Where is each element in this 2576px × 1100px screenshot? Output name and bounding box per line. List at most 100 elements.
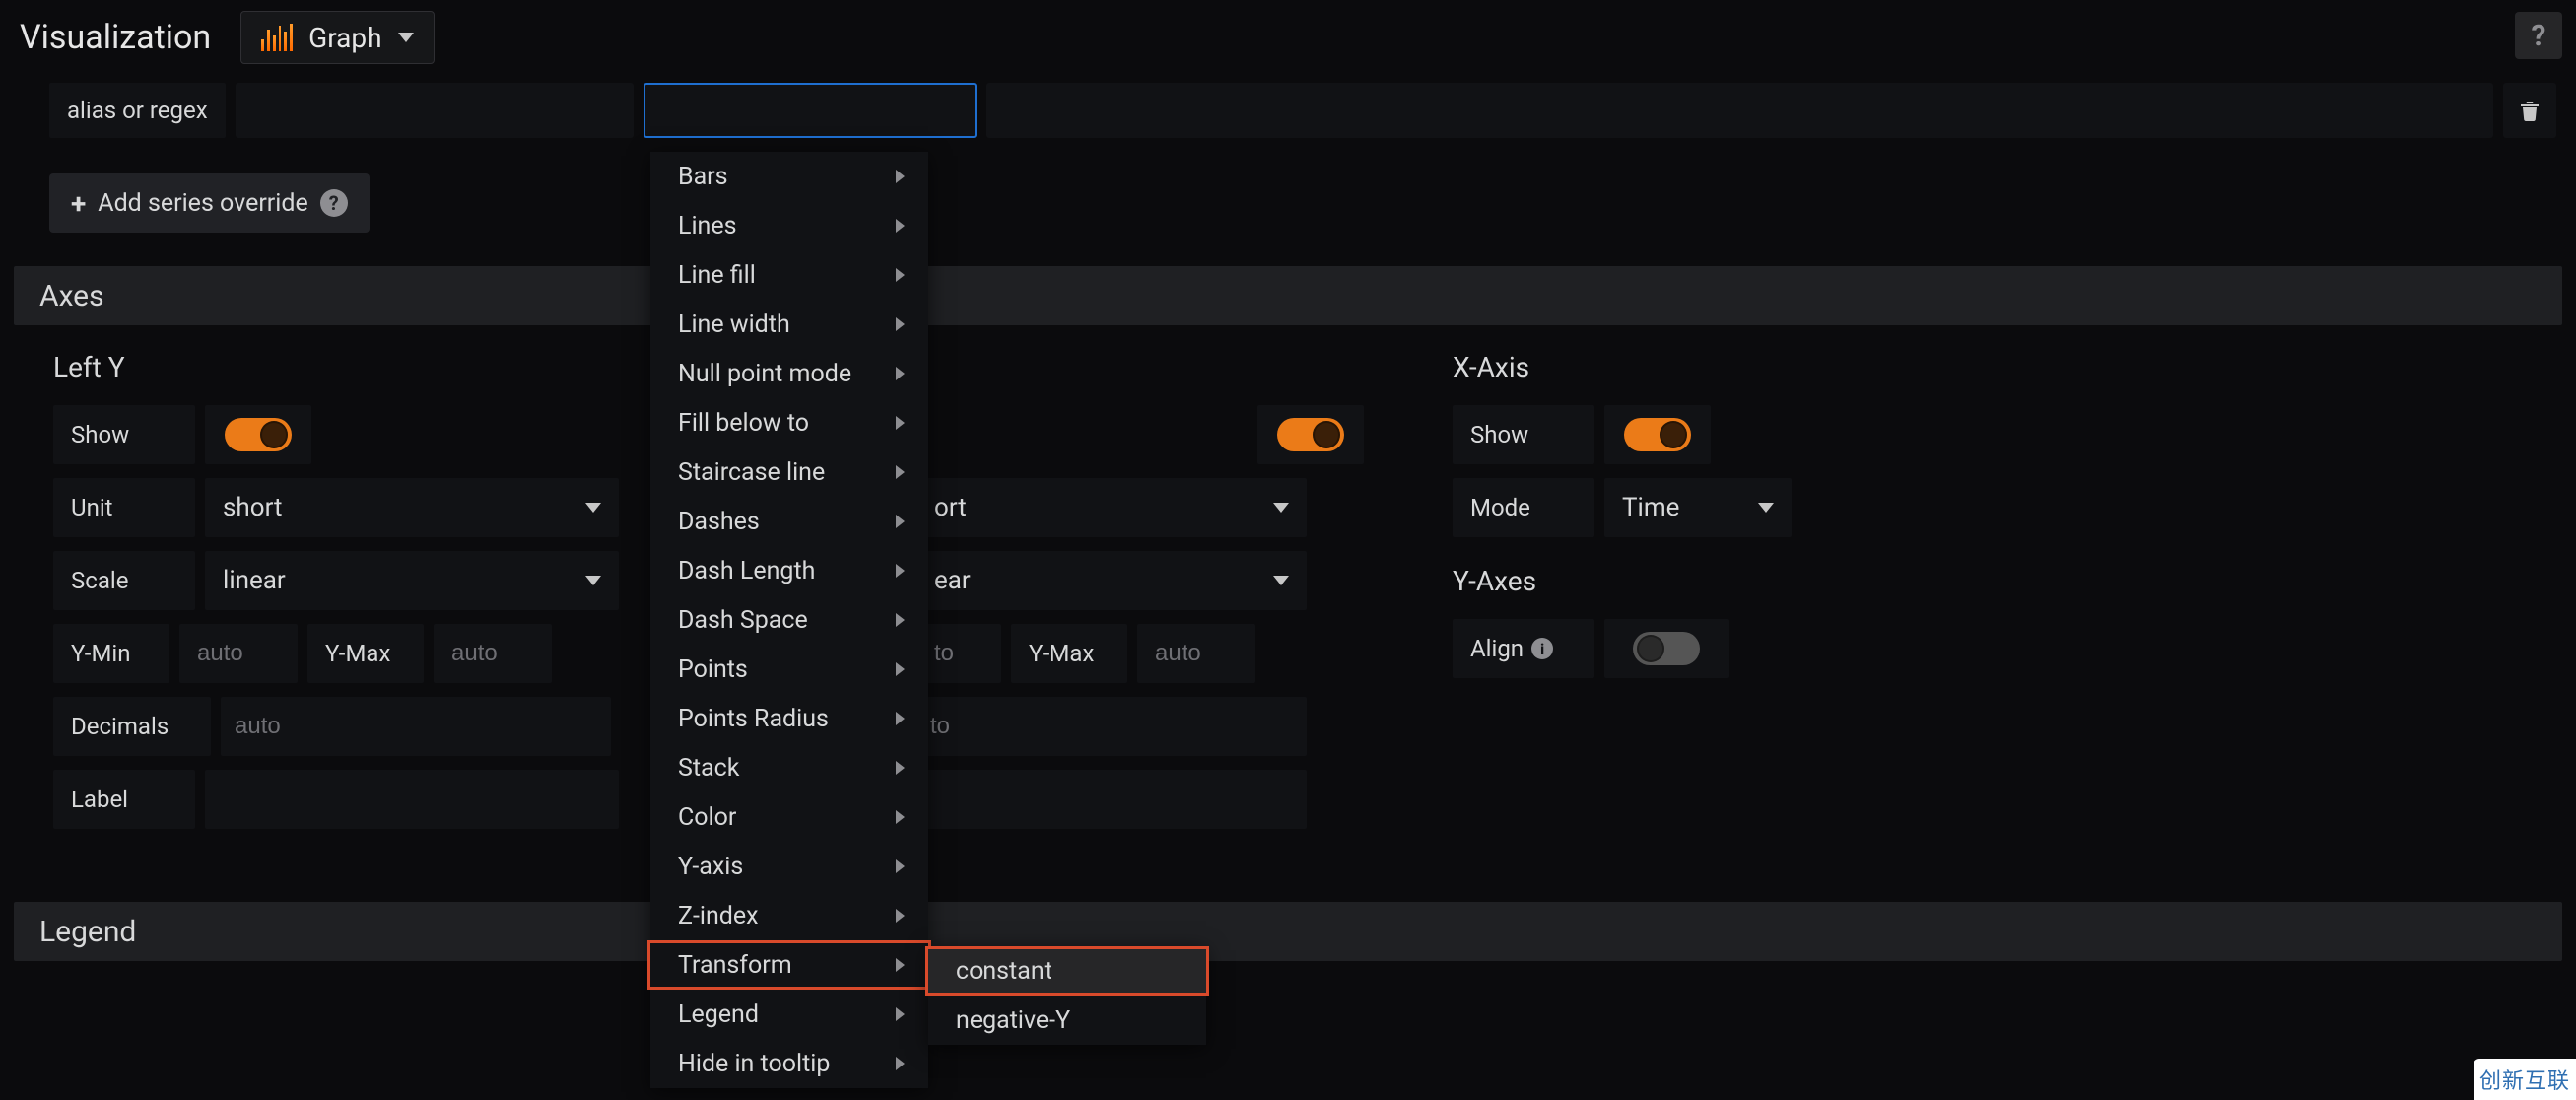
submenu-item-label: negative-Y <box>956 1006 1070 1035</box>
chevron-right-icon <box>896 1007 905 1021</box>
axes-body: Left Y Show Unit short Scale linear Y-Mi… <box>0 331 2576 862</box>
menu-item-label: Dash Length <box>678 557 815 585</box>
x-axis-mode-select[interactable]: Time <box>1604 478 1792 537</box>
left-y-label-label: Label <box>53 770 195 829</box>
right-y-label-input[interactable] <box>916 770 1307 829</box>
chevron-down-icon <box>398 33 414 42</box>
legend-section-header[interactable]: Legend <box>14 902 2562 961</box>
submenu-item-constant[interactable]: constant <box>925 946 1209 996</box>
x-axis-mode-label: Mode <box>1453 478 1594 537</box>
x-axis-column: X-Axis Show Mode Time Y-Axes Align i <box>1453 351 2064 843</box>
menu-item-label: Color <box>678 803 736 832</box>
x-axis-show-toggle[interactable] <box>1604 405 1711 464</box>
menu-item-label: Dash Space <box>678 606 808 635</box>
left-y-ymin-input[interactable] <box>179 624 298 683</box>
menu-item-label: Points <box>678 655 748 684</box>
left-y-decimals-input[interactable] <box>221 697 611 756</box>
axes-section-header[interactable]: Axes <box>14 266 2562 325</box>
menu-item-y-axis[interactable]: Y-axis <box>650 842 928 891</box>
menu-item-fill-below-to[interactable]: Fill below to <box>650 398 928 447</box>
watermark-badge: 创新互联 <box>2474 1059 2576 1100</box>
x-axis-show-label: Show <box>1453 405 1594 464</box>
info-icon: i <box>1531 638 1553 659</box>
chevron-right-icon <box>896 219 905 233</box>
graph-icon <box>261 24 293 51</box>
add-series-override-button[interactable]: + Add series override ? <box>49 173 370 233</box>
menu-item-label: Null point mode <box>678 360 851 388</box>
alias-or-regex-label: alias or regex <box>49 83 226 138</box>
chevron-right-icon <box>896 810 905 824</box>
menu-item-z-index[interactable]: Z-index <box>650 891 928 940</box>
menu-item-bars[interactable]: Bars <box>650 152 928 201</box>
left-y-unit-select[interactable]: short <box>205 478 619 537</box>
alias-input-1[interactable] <box>236 83 634 138</box>
toggle-on-icon <box>1277 418 1344 451</box>
right-y-scale-value: ear <box>934 566 971 595</box>
menu-item-dash-length[interactable]: Dash Length <box>650 546 928 595</box>
trash-icon <box>2518 98 2542 123</box>
menu-item-dash-space[interactable]: Dash Space <box>650 595 928 645</box>
left-y-scale-value: linear <box>223 566 286 595</box>
help-button[interactable]: ? <box>2515 12 2562 59</box>
menu-item-points[interactable]: Points <box>650 645 928 694</box>
left-y-column: Left Y Show Unit short Scale linear Y-Mi… <box>53 351 664 843</box>
menu-item-points-radius[interactable]: Points Radius <box>650 694 928 743</box>
chevron-right-icon <box>896 416 905 430</box>
series-override-row: alias or regex <box>49 83 2556 138</box>
menu-item-label: Line width <box>678 310 790 339</box>
series-override-menu: Bars Lines Line fill Line width Null point m… <box>650 152 928 1088</box>
left-y-unit-label: Unit <box>53 478 195 537</box>
menu-item-label: Staircase line <box>678 458 825 487</box>
menu-item-dashes[interactable]: Dashes <box>650 497 928 546</box>
chevron-right-icon <box>896 465 905 479</box>
x-axis-mode-value: Time <box>1622 493 1679 522</box>
menu-item-label: Transform <box>678 951 792 980</box>
chevron-right-icon <box>896 662 905 676</box>
right-y-ymax-input[interactable] <box>1137 624 1255 683</box>
align-text: Align <box>1470 635 1524 662</box>
menu-item-color[interactable]: Color <box>650 792 928 842</box>
menu-item-staircase-line[interactable]: Staircase line <box>650 447 928 497</box>
viz-type-picker[interactable]: Graph <box>240 11 434 64</box>
left-y-ymax-input[interactable] <box>434 624 552 683</box>
y-axes-title: Y-Axes <box>1453 565 2064 597</box>
chevron-right-icon <box>896 712 905 725</box>
chevron-right-icon <box>896 761 905 775</box>
left-y-scale-select[interactable]: linear <box>205 551 619 610</box>
menu-item-line-fill[interactable]: Line fill <box>650 250 928 300</box>
chevron-down-icon <box>585 576 601 585</box>
chevron-right-icon <box>896 613 905 627</box>
menu-item-transform[interactable]: Transform <box>647 940 931 990</box>
chevron-right-icon <box>896 317 905 331</box>
header: Visualization Graph <box>0 0 2576 75</box>
menu-item-label: Line fill <box>678 261 756 290</box>
y-axes-align-toggle[interactable] <box>1604 619 1729 678</box>
toggle-off-icon <box>1633 632 1700 665</box>
menu-item-line-width[interactable]: Line width <box>650 300 928 349</box>
page-title: Visualization <box>20 18 211 57</box>
menu-item-hide-in-tooltip[interactable]: Hide in tooltip <box>650 1039 928 1088</box>
menu-item-stack[interactable]: Stack <box>650 743 928 792</box>
menu-item-label: Lines <box>678 212 737 241</box>
right-y-ymin-input[interactable] <box>916 624 1001 683</box>
menu-item-legend[interactable]: Legend <box>650 990 928 1039</box>
left-y-ymin-label: Y-Min <box>53 624 169 683</box>
right-y-unit-select[interactable]: ort <box>916 478 1307 537</box>
delete-override-button[interactable] <box>2503 83 2556 138</box>
right-y-show-toggle[interactable] <box>1257 405 1364 464</box>
left-y-show-label: Show <box>53 405 195 464</box>
right-y-scale-select[interactable]: ear <box>916 551 1307 610</box>
alias-input-2[interactable] <box>644 83 977 138</box>
chevron-down-icon <box>1273 576 1289 585</box>
add-series-override-label: Add series override <box>98 189 307 218</box>
menu-item-null-point-mode[interactable]: Null point mode <box>650 349 928 398</box>
menu-item-label: Fill below to <box>678 409 809 438</box>
chevron-right-icon <box>896 268 905 282</box>
left-y-show-toggle[interactable] <box>205 405 311 464</box>
override-bar <box>986 83 2493 138</box>
left-y-label-input[interactable] <box>205 770 619 829</box>
menu-item-label: Bars <box>678 163 728 191</box>
menu-item-lines[interactable]: Lines <box>650 201 928 250</box>
right-y-decimals-input[interactable] <box>916 697 1307 756</box>
submenu-item-negative-y[interactable]: negative-Y <box>928 996 1206 1045</box>
